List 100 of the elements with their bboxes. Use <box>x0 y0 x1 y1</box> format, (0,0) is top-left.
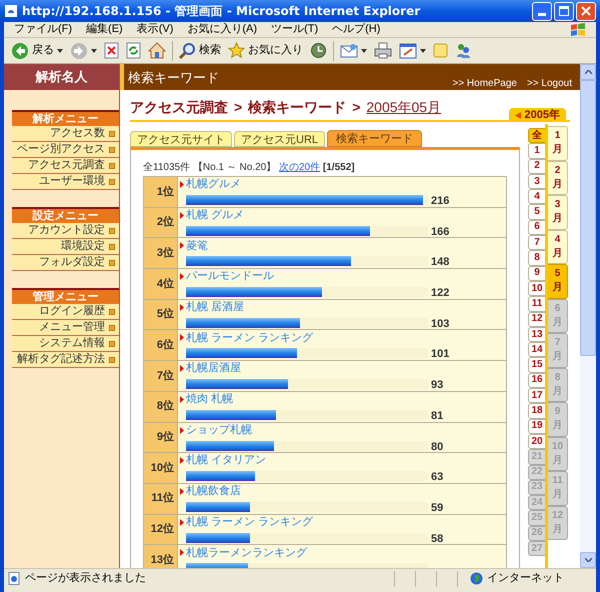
refresh-icon <box>126 42 141 59</box>
menu-item[interactable]: お気に入り(A) <box>187 21 258 38</box>
month-tab[interactable]: 1 月 <box>548 126 568 160</box>
sidebar-item[interactable]: システム情報 <box>12 336 119 352</box>
next-page-link[interactable]: 次の20件 <box>279 162 320 173</box>
sidebar-item[interactable]: 解析タグ記述方法 <box>12 352 119 368</box>
scroll-down-button[interactable] <box>580 552 596 568</box>
count-value: 148 <box>431 257 450 268</box>
menu-item[interactable]: ファイル(F) <box>14 21 72 38</box>
count-value: 103 <box>431 318 450 330</box>
sidebar-item[interactable]: アカウント設定 <box>12 223 119 239</box>
day-tab[interactable]: 7 <box>528 235 545 250</box>
day-tab[interactable]: 13 <box>528 326 545 342</box>
tab[interactable]: アクセス元URL <box>234 131 326 147</box>
day-tab[interactable]: 12 <box>528 312 545 327</box>
tab[interactable]: 検索キーワード <box>327 130 422 147</box>
sidebar-item[interactable]: ユーザー環境 <box>12 174 119 190</box>
keyword-link[interactable]: 札幌グルメ <box>186 176 241 193</box>
rank-cell: 10位 <box>144 453 178 483</box>
triangle-left-icon[interactable] <box>514 112 521 118</box>
day-tab[interactable]: 10 <box>528 280 545 296</box>
maximize-button[interactable] <box>554 2 574 20</box>
keyword-link[interactable]: 焼肉 札幌 <box>186 391 234 408</box>
menu-item[interactable]: ツール(T) <box>271 21 318 38</box>
keyword-link[interactable]: 菱篭 <box>186 238 208 254</box>
close-button[interactable] <box>576 2 596 20</box>
count-value: 63 <box>431 472 444 484</box>
sidebar-item[interactable]: アクセス数 <box>12 126 119 142</box>
minimize-button[interactable] <box>532 2 552 20</box>
day-tab[interactable]: 3 <box>528 174 545 190</box>
day-tab[interactable]: 18 <box>528 403 545 419</box>
rank-cell: 2位 <box>144 208 178 238</box>
day-tab[interactable]: 1 <box>528 143 545 159</box>
zone-label: インターネット <box>487 571 564 586</box>
keyword-link[interactable]: 札幌 グルメ <box>186 206 244 224</box>
brand-title: 解析名人 <box>4 64 119 90</box>
header-link[interactable]: >> Logout <box>526 76 572 91</box>
square-bullet-icon <box>109 356 115 362</box>
menu-item[interactable]: 表示(V) <box>136 21 174 38</box>
printer-icon <box>374 42 392 59</box>
day-tab[interactable]: 16 <box>528 372 545 388</box>
month-tab[interactable]: 2 月 <box>548 160 568 195</box>
menu-item[interactable]: 編集(E) <box>86 21 123 38</box>
sidebar-item[interactable]: 環境設定 <box>12 239 119 255</box>
keyword-link[interactable]: 札幌 ラーメン ランキング <box>186 514 314 530</box>
day-tab[interactable]: 8 <box>528 250 545 266</box>
square-bullet-icon <box>109 308 115 314</box>
stop-button[interactable] <box>103 40 120 62</box>
day-tab[interactable]: 2 <box>528 158 545 174</box>
breadcrumb-link[interactable]: 2005年05月 <box>366 97 442 118</box>
day-tab[interactable]: 19 <box>528 418 545 434</box>
month-tab[interactable]: 3 月 <box>548 195 568 230</box>
header-link[interactable]: >> HomePage <box>452 76 517 91</box>
menu-item[interactable]: ヘルプ(H) <box>332 21 380 38</box>
breadcrumb-item: アクセス元調査 <box>130 98 228 117</box>
favorites-button[interactable]: お気に入り <box>227 40 304 62</box>
day-tab[interactable]: 6 <box>528 220 545 236</box>
sidebar-item[interactable]: ページ別アクセス <box>12 142 119 158</box>
rank-cell: 13位 <box>144 545 178 568</box>
day-tab[interactable]: 全 <box>528 128 545 144</box>
keyword-link[interactable]: パールモンドール <box>186 268 274 285</box>
history-icon <box>310 42 327 59</box>
scrollbar-thumb[interactable] <box>580 80 596 356</box>
day-tab[interactable]: 11 <box>528 296 545 312</box>
status-message: ページが表示されました <box>25 571 146 586</box>
day-tab[interactable]: 17 <box>528 388 545 404</box>
sidebar-item[interactable]: メニュー管理 <box>12 320 119 336</box>
triangle-right-icon <box>180 212 184 219</box>
home-button[interactable] <box>147 40 167 62</box>
day-tab[interactable]: 5 <box>528 204 545 220</box>
keyword-link[interactable]: 札幌飲食店 <box>186 483 241 500</box>
keyword-link[interactable]: 札幌 イタリアン <box>186 452 266 469</box>
sidebar-item[interactable]: ログイン履歴 <box>12 304 119 320</box>
sidebar-item[interactable]: フォルダ設定 <box>12 255 119 271</box>
keyword-link[interactable]: 札幌居酒屋 <box>186 360 241 377</box>
day-tab[interactable]: 9 <box>528 266 545 281</box>
month-tab[interactable]: 4 月 <box>548 230 568 264</box>
keyword-link[interactable]: ショップ札幌 <box>186 422 252 438</box>
sidebar-item[interactable]: アクセス元調査 <box>12 158 119 174</box>
search-button[interactable]: 検索 <box>178 40 222 62</box>
count-value: 166 <box>431 226 450 238</box>
square-bullet-icon <box>109 340 115 346</box>
month-tab[interactable]: 5 月 <box>548 264 568 298</box>
tab[interactable]: アクセス元サイト <box>130 131 232 147</box>
day-tab[interactable]: 4 <box>528 189 545 204</box>
day-tab[interactable]: 15 <box>528 357 545 373</box>
rank-cell: 12位 <box>144 514 178 544</box>
keyword-link[interactable]: 札幌 居酒屋 <box>186 299 244 316</box>
rank-cell: 9位 <box>144 422 178 452</box>
count-value: 81 <box>431 410 444 422</box>
day-tab[interactable]: 14 <box>528 342 545 358</box>
refresh-button[interactable] <box>125 40 142 62</box>
scroll-up-button[interactable] <box>580 64 596 80</box>
note-icon <box>433 43 448 58</box>
rank-cell: 6位 <box>144 330 178 360</box>
day-tab[interactable]: 20 <box>528 434 545 450</box>
back-button[interactable]: 戻る <box>10 40 64 62</box>
print-button[interactable] <box>373 40 393 62</box>
square-bullet-icon <box>109 162 115 168</box>
keyword-link[interactable]: 札幌 ラーメン ランキング <box>186 330 314 346</box>
